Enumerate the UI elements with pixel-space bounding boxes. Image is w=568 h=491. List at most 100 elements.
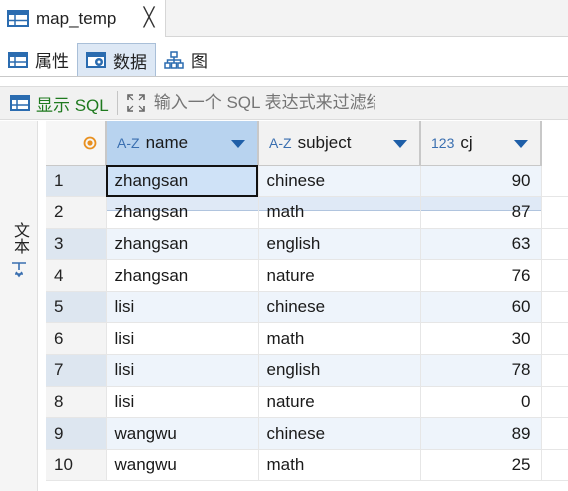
cell-name[interactable]: wangwu bbox=[106, 449, 259, 482]
row-number[interactable]: 5 bbox=[46, 291, 107, 324]
sort-arrow-icon[interactable] bbox=[514, 140, 528, 148]
cell-cj[interactable]: 90 bbox=[420, 165, 542, 198]
filter-bar: 显示 SQL bbox=[0, 86, 568, 120]
tab-diagram-label: 图 bbox=[191, 52, 208, 71]
row-number[interactable]: 3 bbox=[46, 228, 107, 261]
cell-subject[interactable]: chinese bbox=[258, 291, 421, 324]
table-row[interactable]: 7 lisi english 78 bbox=[46, 354, 568, 387]
cell-name[interactable]: lisi bbox=[106, 354, 259, 387]
toolbar-separator bbox=[116, 91, 118, 115]
cell-subject[interactable]: nature bbox=[258, 259, 421, 292]
column-name-label: name bbox=[145, 132, 189, 152]
tab-bar-background bbox=[166, 0, 568, 37]
row-filler bbox=[541, 291, 568, 324]
row-filler bbox=[541, 386, 568, 419]
column-header-subject[interactable]: A-Z subject bbox=[258, 121, 421, 166]
cell-name[interactable]: zhangsan bbox=[106, 259, 259, 292]
row-number[interactable]: 10 bbox=[46, 449, 107, 482]
table-row[interactable]: 4 zhangsan nature 76 bbox=[46, 259, 568, 292]
row-filler bbox=[541, 354, 568, 387]
cell-subject[interactable]: english bbox=[258, 228, 421, 261]
filter-input[interactable] bbox=[153, 93, 375, 113]
table-row[interactable]: 10 wangwu math 25 bbox=[46, 449, 568, 482]
row-number[interactable]: 2 bbox=[46, 196, 107, 229]
row-number[interactable]: 1 bbox=[46, 165, 107, 198]
table-row[interactable]: 1 zhangsan chinese 90 bbox=[46, 165, 568, 198]
table-row[interactable]: 5 lisi chinese 60 bbox=[46, 291, 568, 324]
cell-cj[interactable]: 89 bbox=[420, 417, 542, 450]
tab-properties-label: 属性 bbox=[35, 52, 69, 71]
cell-cj[interactable]: 63 bbox=[420, 228, 542, 261]
row-number[interactable]: 4 bbox=[46, 259, 107, 292]
cell-cj[interactable]: 25 bbox=[420, 449, 542, 482]
editor-subtabs: 属性 数据 图 bbox=[0, 43, 568, 77]
column-subject-label: subject bbox=[297, 132, 352, 152]
row-filler bbox=[541, 322, 568, 356]
data-grid-icon bbox=[86, 52, 106, 68]
sort-arrow-icon[interactable] bbox=[231, 140, 245, 148]
expand-icon[interactable] bbox=[126, 93, 146, 113]
cell-subject[interactable]: english bbox=[258, 354, 421, 387]
text-view-tab[interactable]: 文本 bbox=[6, 217, 32, 287]
table-row[interactable]: 3 zhangsan english 63 bbox=[46, 228, 568, 261]
table-row[interactable]: 9 wangwu chinese 89 bbox=[46, 417, 568, 450]
text-view-icon bbox=[12, 262, 26, 278]
cell-cj[interactable]: 76 bbox=[420, 259, 542, 292]
cell-cj[interactable]: 78 bbox=[420, 354, 542, 387]
cell-subject[interactable]: chinese bbox=[258, 165, 421, 198]
cell-name[interactable]: wangwu bbox=[106, 417, 259, 450]
row-filler bbox=[541, 196, 568, 229]
sql-table-icon bbox=[10, 95, 30, 111]
cell-name[interactable]: lisi bbox=[106, 386, 259, 419]
text-view-label: 文本 bbox=[11, 222, 28, 254]
tab-diagram[interactable]: 图 bbox=[156, 43, 216, 76]
row-filler bbox=[541, 228, 568, 261]
properties-icon bbox=[8, 51, 28, 68]
cell-cj[interactable]: 0 bbox=[420, 386, 542, 419]
text-type-icon: A-Z bbox=[117, 134, 140, 151]
row-filler bbox=[541, 417, 568, 450]
row-filler bbox=[541, 259, 568, 292]
editor-tab-map-temp[interactable]: map_temp ╳ bbox=[0, 0, 166, 37]
cell-name[interactable]: zhangsan bbox=[106, 196, 259, 229]
cell-subject[interactable]: math bbox=[258, 322, 421, 356]
close-icon[interactable]: ╳ bbox=[139, 8, 159, 28]
cell-name[interactable]: zhangsan bbox=[106, 228, 259, 261]
results-grid[interactable]: A-Z name A-Z subject 123 cj 1 zhangsan chin… bbox=[46, 121, 568, 491]
cell-name[interactable]: zhangsan bbox=[106, 165, 259, 198]
text-type-icon: A-Z bbox=[269, 134, 292, 151]
cell-name[interactable]: lisi bbox=[106, 322, 259, 356]
column-header-cj[interactable]: 123 cj bbox=[420, 121, 542, 166]
editor-tab-title: map_temp bbox=[36, 8, 117, 28]
cell-cj[interactable]: 87 bbox=[420, 196, 542, 229]
row-number[interactable]: 6 bbox=[46, 322, 107, 356]
table-row[interactable]: 2 zhangsan math 87 bbox=[46, 196, 568, 229]
cell-cj[interactable]: 60 bbox=[420, 291, 542, 324]
cell-cj[interactable]: 30 bbox=[420, 322, 542, 356]
sort-arrow-icon[interactable] bbox=[393, 140, 407, 148]
table-row[interactable]: 6 lisi math 30 bbox=[46, 322, 568, 356]
row-filler bbox=[541, 165, 568, 198]
cell-subject[interactable]: math bbox=[258, 196, 421, 229]
cell-subject[interactable]: nature bbox=[258, 386, 421, 419]
row-number[interactable]: 9 bbox=[46, 417, 107, 450]
row-filler bbox=[541, 449, 568, 482]
tab-properties[interactable]: 属性 bbox=[0, 43, 77, 76]
cell-name[interactable]: lisi bbox=[106, 291, 259, 324]
tab-data-label: 数据 bbox=[113, 52, 147, 72]
diagram-icon bbox=[164, 50, 184, 69]
row-header-corner[interactable] bbox=[46, 121, 107, 166]
column-cj-label: cj bbox=[460, 132, 473, 152]
cell-subject[interactable]: chinese bbox=[258, 417, 421, 450]
view-mode-panel: 网格 文本 bbox=[0, 121, 568, 491]
row-number[interactable]: 7 bbox=[46, 354, 107, 387]
cell-subject[interactable]: math bbox=[258, 449, 421, 482]
show-sql-button[interactable]: 显示 SQL bbox=[10, 91, 109, 116]
tab-data[interactable]: 数据 bbox=[77, 43, 156, 76]
column-header-name[interactable]: A-Z name bbox=[106, 121, 259, 166]
table-icon bbox=[7, 10, 29, 27]
row-number[interactable]: 8 bbox=[46, 386, 107, 419]
table-row[interactable]: 8 lisi nature 0 bbox=[46, 386, 568, 419]
row-marker-icon bbox=[83, 136, 97, 150]
grid-header-filler bbox=[541, 121, 568, 165]
